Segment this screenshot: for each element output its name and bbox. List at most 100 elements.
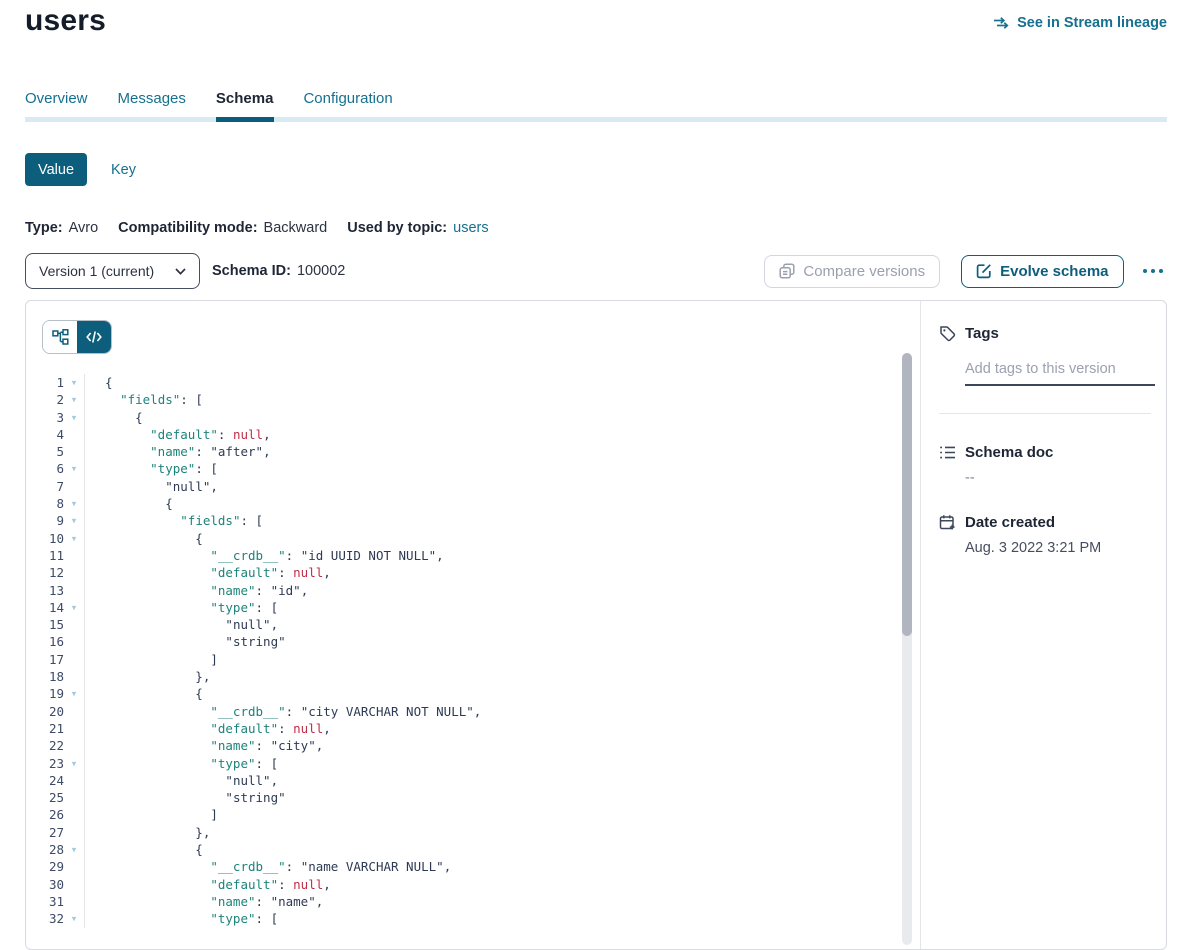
code-line: 22 "name": "city", bbox=[26, 737, 886, 754]
line-number: 10 bbox=[26, 530, 64, 547]
fold-arrow-icon[interactable]: ▼ bbox=[64, 599, 85, 616]
code-text: { bbox=[85, 495, 173, 512]
evolve-schema-label: Evolve schema bbox=[1000, 263, 1108, 280]
fold-arrow-icon[interactable]: ▼ bbox=[64, 512, 85, 529]
versions-copy-icon bbox=[779, 263, 795, 279]
fold-arrow-icon[interactable]: ▼ bbox=[64, 495, 85, 512]
calendar-plus-icon bbox=[939, 514, 956, 531]
gutter-spacer bbox=[64, 426, 85, 443]
line-number: 14 bbox=[26, 599, 64, 616]
line-number: 4 bbox=[26, 426, 64, 443]
line-number: 16 bbox=[26, 633, 64, 650]
tab-overview[interactable]: Overview bbox=[25, 90, 88, 107]
code-line: 14▼ "type": [ bbox=[26, 599, 886, 616]
code-text: { bbox=[85, 374, 113, 391]
schema-id-value: 100002 bbox=[297, 263, 345, 279]
code-text: { bbox=[85, 841, 203, 858]
meta-item-topic: Used by topic:users bbox=[347, 220, 488, 236]
schema-doc-title: Schema doc bbox=[965, 444, 1053, 461]
gutter-spacer bbox=[64, 720, 85, 737]
fold-arrow-icon[interactable]: ▼ bbox=[64, 374, 85, 391]
code-line: 27 }, bbox=[26, 824, 886, 841]
code-line: 1▼{ bbox=[26, 374, 886, 391]
line-number: 17 bbox=[26, 651, 64, 668]
fold-arrow-icon[interactable]: ▼ bbox=[64, 841, 85, 858]
schema-meta-row: Type:Avro Compatibility mode: Backward Used… bbox=[25, 220, 489, 236]
meta-label-type: Type: bbox=[25, 220, 63, 236]
line-number: 11 bbox=[26, 547, 64, 564]
code-line: 32▼ "type": [ bbox=[26, 910, 886, 927]
code-line: 29 "__crdb__": "name VARCHAR NULL", bbox=[26, 858, 886, 875]
code-text: "__crdb__": "city VARCHAR NOT NULL", bbox=[85, 703, 481, 720]
view-mode-toggle bbox=[42, 320, 112, 354]
fold-arrow-icon[interactable]: ▼ bbox=[64, 530, 85, 547]
code-text: "type": [ bbox=[85, 910, 278, 927]
chevron-down-icon bbox=[175, 268, 186, 275]
code-text: "name": "id", bbox=[85, 582, 308, 599]
fold-arrow-icon[interactable]: ▼ bbox=[64, 685, 85, 702]
code-text: "string" bbox=[85, 633, 286, 650]
meta-item-type: Type:Avro bbox=[25, 220, 98, 236]
code-line: 12 "default": null, bbox=[26, 564, 886, 581]
evolve-schema-button[interactable]: Evolve schema bbox=[961, 255, 1123, 288]
page-title: users bbox=[25, 4, 106, 38]
tab-messages[interactable]: Messages bbox=[118, 90, 186, 107]
schema-id: Schema ID: 100002 bbox=[212, 263, 345, 279]
scrollbar-thumb[interactable] bbox=[902, 353, 912, 636]
line-number: 5 bbox=[26, 443, 64, 460]
tags-title: Tags bbox=[965, 325, 999, 342]
fold-arrow-icon[interactable]: ▼ bbox=[64, 391, 85, 408]
fold-arrow-icon[interactable]: ▼ bbox=[64, 460, 85, 477]
line-number: 23 bbox=[26, 755, 64, 772]
line-number: 12 bbox=[26, 564, 64, 581]
code-text: { bbox=[85, 530, 203, 547]
gutter-spacer bbox=[64, 564, 85, 581]
meta-label-compatibility: Compatibility mode: bbox=[118, 220, 257, 236]
schema-id-label: Schema ID: bbox=[212, 263, 291, 279]
fold-arrow-icon[interactable]: ▼ bbox=[64, 755, 85, 772]
line-number: 20 bbox=[26, 703, 64, 720]
active-tab-indicator bbox=[216, 117, 274, 122]
gutter-spacer bbox=[64, 737, 85, 754]
code-line: 3▼ { bbox=[26, 409, 886, 426]
gutter-spacer bbox=[64, 651, 85, 668]
code-text: }, bbox=[85, 668, 210, 685]
meta-value-topic[interactable]: users bbox=[453, 220, 488, 236]
code-text: { bbox=[85, 409, 143, 426]
fold-arrow-icon[interactable]: ▼ bbox=[64, 910, 85, 927]
stream-lineage-icon bbox=[993, 16, 1010, 30]
line-number: 24 bbox=[26, 772, 64, 789]
stream-lineage-label: See in Stream lineage bbox=[1017, 15, 1167, 31]
tab-configuration[interactable]: Configuration bbox=[303, 90, 392, 107]
code-line: 13 "name": "id", bbox=[26, 582, 886, 599]
compare-versions-button[interactable]: Compare versions bbox=[764, 255, 940, 288]
more-options-button[interactable] bbox=[1139, 265, 1168, 278]
ellipsis-icon bbox=[1143, 269, 1148, 274]
key-toggle-button[interactable]: Key bbox=[111, 162, 136, 178]
meta-value-compatibility: Backward bbox=[264, 220, 328, 236]
value-toggle-button[interactable]: Value bbox=[25, 153, 87, 186]
code-line: 11 "__crdb__": "id UUID NOT NULL", bbox=[26, 547, 886, 564]
code-line: 26 ] bbox=[26, 806, 886, 823]
line-number: 2 bbox=[26, 391, 64, 408]
gutter-spacer bbox=[64, 633, 85, 650]
version-select[interactable]: Version 1 (current) bbox=[25, 253, 200, 289]
fold-arrow-icon[interactable]: ▼ bbox=[64, 409, 85, 426]
stream-lineage-link[interactable]: See in Stream lineage bbox=[993, 15, 1167, 31]
gutter-spacer bbox=[64, 616, 85, 633]
gutter-spacer bbox=[64, 478, 85, 495]
code-line: 16 "string" bbox=[26, 633, 886, 650]
sidebar-divider bbox=[939, 413, 1151, 414]
code-view-button[interactable] bbox=[77, 321, 111, 353]
line-number: 1 bbox=[26, 374, 64, 391]
code-text: "fields": [ bbox=[85, 512, 263, 529]
line-number: 27 bbox=[26, 824, 64, 841]
line-number: 18 bbox=[26, 668, 64, 685]
tab-schema[interactable]: Schema bbox=[216, 90, 274, 107]
code-line: 8▼ { bbox=[26, 495, 886, 512]
tags-input[interactable] bbox=[965, 361, 1155, 386]
code-line: 2▼ "fields": [ bbox=[26, 391, 886, 408]
date-created-title: Date created bbox=[965, 514, 1055, 531]
tree-view-button[interactable] bbox=[43, 321, 77, 353]
line-number: 21 bbox=[26, 720, 64, 737]
